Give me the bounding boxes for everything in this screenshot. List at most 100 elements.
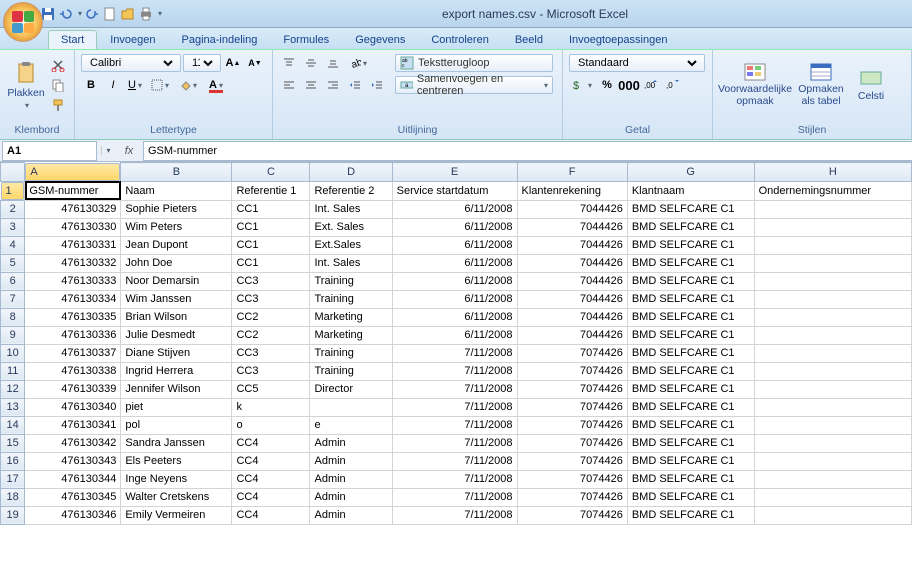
cell[interactable]: Jennifer Wilson bbox=[121, 380, 232, 398]
cell[interactable] bbox=[754, 254, 911, 272]
col-header-G[interactable]: G bbox=[627, 163, 754, 182]
cell[interactable]: 7/11/2008 bbox=[392, 434, 517, 452]
cell[interactable]: CC3 bbox=[232, 362, 310, 380]
cell[interactable]: e bbox=[310, 416, 392, 434]
cell[interactable]: CC2 bbox=[232, 326, 310, 344]
wrap-text-button[interactable]: abcTekstterugloop bbox=[395, 54, 553, 72]
cell[interactable]: Training bbox=[310, 362, 392, 380]
cell-styles-button[interactable]: Celsti bbox=[851, 54, 891, 116]
cell[interactable]: CC1 bbox=[232, 200, 310, 218]
italic-button[interactable]: I bbox=[103, 76, 123, 94]
cell[interactable]: Training bbox=[310, 290, 392, 308]
shrink-font-button[interactable]: A▼ bbox=[245, 54, 265, 72]
col-header-H[interactable]: H bbox=[754, 163, 911, 182]
cell[interactable] bbox=[754, 488, 911, 506]
office-button[interactable] bbox=[3, 2, 43, 42]
cell[interactable]: BMD SELFCARE C1 bbox=[627, 416, 754, 434]
col-header-B[interactable]: B bbox=[121, 163, 232, 182]
percent-button[interactable]: % bbox=[597, 76, 617, 94]
qat-open-icon[interactable] bbox=[120, 6, 136, 22]
cell[interactable]: Admin bbox=[310, 488, 392, 506]
cell[interactable]: CC1 bbox=[232, 254, 310, 272]
decrease-indent-button[interactable] bbox=[345, 76, 365, 94]
tab-gegevens[interactable]: Gegevens bbox=[342, 30, 418, 49]
row-header-2[interactable]: 2 bbox=[1, 200, 25, 218]
col-header-C[interactable]: C bbox=[232, 163, 310, 182]
cell[interactable]: BMD SELFCARE C1 bbox=[627, 272, 754, 290]
row-header-6[interactable]: 6 bbox=[1, 272, 25, 290]
cell[interactable]: Brian Wilson bbox=[121, 308, 232, 326]
row-header-3[interactable]: 3 bbox=[1, 218, 25, 236]
cell[interactable]: Naam bbox=[121, 181, 232, 200]
cell[interactable]: John Doe bbox=[121, 254, 232, 272]
cell[interactable]: 7044426 bbox=[517, 272, 627, 290]
formula-input[interactable] bbox=[143, 141, 912, 161]
cell[interactable] bbox=[754, 344, 911, 362]
cell[interactable]: 7074426 bbox=[517, 488, 627, 506]
cell[interactable]: BMD SELFCARE C1 bbox=[627, 434, 754, 452]
cell[interactable] bbox=[754, 308, 911, 326]
cell[interactable]: 7/11/2008 bbox=[392, 506, 517, 524]
cell[interactable]: BMD SELFCARE C1 bbox=[627, 470, 754, 488]
cell[interactable]: 6/11/2008 bbox=[392, 218, 517, 236]
cell[interactable]: BMD SELFCARE C1 bbox=[627, 218, 754, 236]
row-header-17[interactable]: 17 bbox=[1, 470, 25, 488]
cell[interactable]: CC1 bbox=[232, 236, 310, 254]
cell[interactable] bbox=[754, 236, 911, 254]
format-painter-button[interactable] bbox=[48, 96, 68, 114]
cell[interactable]: CC5 bbox=[232, 380, 310, 398]
cell[interactable]: BMD SELFCARE C1 bbox=[627, 506, 754, 524]
cell[interactable]: Admin bbox=[310, 452, 392, 470]
cell[interactable]: 7/11/2008 bbox=[392, 344, 517, 362]
increase-decimal-button[interactable]: ,00 bbox=[641, 76, 661, 94]
cell[interactable]: 7044426 bbox=[517, 290, 627, 308]
cell[interactable]: Diane Stijven bbox=[121, 344, 232, 362]
cell[interactable]: 7074426 bbox=[517, 416, 627, 434]
cell[interactable]: 476130331 bbox=[25, 236, 121, 254]
redo-icon[interactable] bbox=[84, 6, 100, 22]
cell[interactable]: Klantenrekening bbox=[517, 181, 627, 200]
row-header-7[interactable]: 7 bbox=[1, 290, 25, 308]
col-header-E[interactable]: E bbox=[392, 163, 517, 182]
cell[interactable]: 7074426 bbox=[517, 506, 627, 524]
tab-controleren[interactable]: Controleren bbox=[418, 30, 501, 49]
cell[interactable]: 7/11/2008 bbox=[392, 452, 517, 470]
tab-formules[interactable]: Formules bbox=[270, 30, 342, 49]
col-header-A[interactable]: A bbox=[25, 163, 120, 181]
conditional-formatting-button[interactable]: Voorwaardelijke opmaak bbox=[719, 54, 791, 116]
tab-start[interactable]: Start bbox=[48, 30, 97, 49]
row-header-4[interactable]: 4 bbox=[1, 236, 25, 254]
cell[interactable]: BMD SELFCARE C1 bbox=[627, 344, 754, 362]
cell[interactable]: 7044426 bbox=[517, 326, 627, 344]
cell[interactable]: piet bbox=[121, 398, 232, 416]
cell[interactable]: Admin bbox=[310, 470, 392, 488]
cell[interactable]: 7074426 bbox=[517, 470, 627, 488]
cell[interactable]: 7044426 bbox=[517, 308, 627, 326]
cell[interactable]: pol bbox=[121, 416, 232, 434]
cell[interactable]: 476130334 bbox=[25, 290, 121, 308]
align-center-button[interactable] bbox=[301, 76, 321, 94]
cell[interactable]: CC4 bbox=[232, 470, 310, 488]
bold-button[interactable]: B bbox=[81, 76, 101, 94]
cell[interactable] bbox=[754, 290, 911, 308]
cell[interactable]: 476130345 bbox=[25, 488, 121, 506]
cell[interactable]: CC4 bbox=[232, 434, 310, 452]
paste-button[interactable]: Plakken ▾ bbox=[6, 54, 46, 116]
cell[interactable]: 7074426 bbox=[517, 398, 627, 416]
cell[interactable]: 6/11/2008 bbox=[392, 290, 517, 308]
cell[interactable] bbox=[754, 200, 911, 218]
cell[interactable]: BMD SELFCARE C1 bbox=[627, 398, 754, 416]
cell[interactable]: Admin bbox=[310, 434, 392, 452]
align-bottom-button[interactable] bbox=[323, 54, 343, 72]
cell[interactable]: Els Peeters bbox=[121, 452, 232, 470]
row-header-13[interactable]: 13 bbox=[1, 398, 25, 416]
cell[interactable]: CC4 bbox=[232, 452, 310, 470]
fill-color-button[interactable]: ▾ bbox=[175, 76, 201, 94]
cell[interactable]: GSM-nummer bbox=[25, 181, 121, 200]
cell[interactable]: 7044426 bbox=[517, 200, 627, 218]
row-header-10[interactable]: 10 bbox=[1, 344, 25, 362]
cell[interactable]: 7/11/2008 bbox=[392, 398, 517, 416]
cell[interactable]: 7074426 bbox=[517, 362, 627, 380]
row-header-16[interactable]: 16 bbox=[1, 452, 25, 470]
tab-invoegtoepassingen[interactable]: Invoegtoepassingen bbox=[556, 30, 680, 49]
